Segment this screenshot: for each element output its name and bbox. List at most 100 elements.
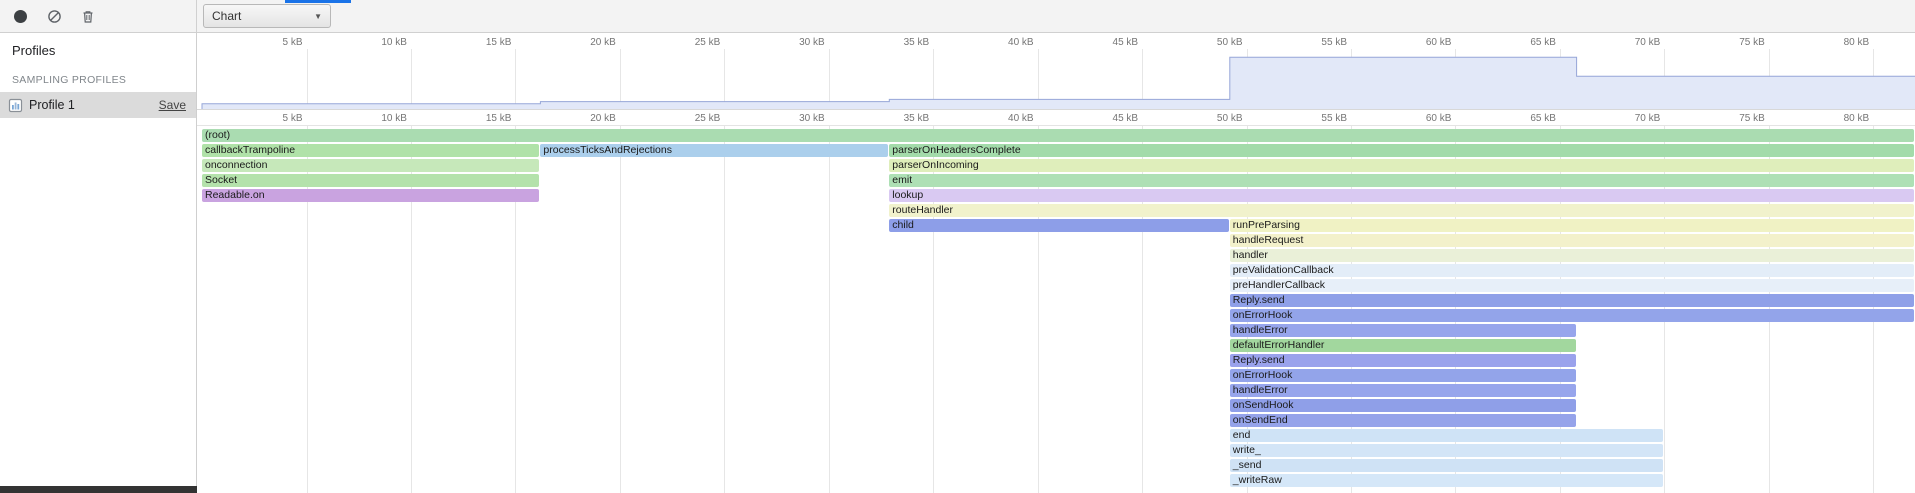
chart-view-select[interactable]: Chart ▼ — [203, 4, 331, 28]
ruler-tick-label: 45 kB — [1113, 37, 1139, 48]
frame-root[interactable]: (root) — [202, 129, 1914, 142]
flame-row: Reply.send — [197, 293, 1915, 308]
allocation-overview[interactable] — [197, 49, 1915, 110]
frame-label: handler — [1230, 249, 1914, 262]
ruler-tick-label: 20 kB — [590, 113, 616, 124]
frame-label: child — [889, 219, 1229, 232]
flame-row: onSendEnd — [197, 413, 1915, 428]
delete-profile-button[interactable] — [76, 4, 100, 28]
frame-label: defaultErrorHandler — [1230, 339, 1576, 352]
toolbar-separator — [196, 0, 197, 32]
frame-prevalidationcallback[interactable]: preValidationCallback — [1230, 264, 1914, 277]
frame-callbacktrampoline[interactable]: callbackTrampoline — [202, 144, 539, 157]
sampling-profiles-section-label: SAMPLING PROFILES — [0, 62, 196, 92]
frame-label: Reply.send — [1230, 294, 1914, 307]
flame-chart: (root)callbackTrampolineprocessTicksAndR… — [197, 126, 1915, 493]
frame-writeraw[interactable]: _writeRaw — [1230, 474, 1664, 487]
flame-row: Reply.send — [197, 353, 1915, 368]
frame-parseronincoming[interactable]: parserOnIncoming — [889, 159, 1914, 172]
frame-label: onErrorHook — [1230, 309, 1914, 322]
profile-name: Profile 1 — [29, 98, 153, 112]
frame-parseronheaderscomplete[interactable]: parserOnHeadersComplete — [889, 144, 1914, 157]
frame-onsendhook[interactable]: onSendHook — [1230, 399, 1576, 412]
record-icon — [14, 10, 27, 23]
clear-profiles-button[interactable] — [42, 4, 66, 28]
ruler-tick-label: 55 kB — [1321, 113, 1347, 124]
ruler-tick-label: 35 kB — [904, 113, 930, 124]
ruler-tick-label: 50 kB — [1217, 37, 1243, 48]
frame-label: _writeRaw — [1230, 474, 1664, 487]
flame-row: write_ — [197, 443, 1915, 458]
ruler-tick-label: 40 kB — [1008, 113, 1034, 124]
memory-profiler-panel: Chart ▼ Profiles SAMPLING PROFILES Profi… — [0, 0, 1915, 493]
ruler-tick-label: 60 kB — [1426, 113, 1452, 124]
ruler-tick-label: 75 kB — [1739, 113, 1765, 124]
frame-child[interactable]: child — [889, 219, 1229, 232]
record-button[interactable] — [8, 4, 32, 28]
frame-send[interactable]: _send — [1230, 459, 1664, 472]
frame-onerrorhook[interactable]: onErrorHook — [1230, 369, 1576, 382]
frame-write[interactable]: write_ — [1230, 444, 1664, 457]
frame-handlerequest[interactable]: handleRequest — [1230, 234, 1914, 247]
frame-label: write_ — [1230, 444, 1664, 457]
frame-reply-send[interactable]: Reply.send — [1230, 294, 1914, 307]
frame-handleerror[interactable]: handleError — [1230, 324, 1576, 337]
frame-label: onSendEnd — [1230, 414, 1576, 427]
frame-label: lookup — [889, 189, 1914, 202]
frame-socket[interactable]: Socket — [202, 174, 539, 187]
toolbar-button-group — [0, 4, 100, 28]
flame-rows: (root)callbackTrampolineprocessTicksAndR… — [197, 126, 1915, 488]
frame-readable-on[interactable]: Readable.on — [202, 189, 539, 202]
frame-onconnection[interactable]: onconnection — [202, 159, 539, 172]
frame-routehandler[interactable]: routeHandler — [889, 204, 1914, 217]
ruler-tick-label: 15 kB — [486, 113, 512, 124]
frame-onsendend[interactable]: onSendEnd — [1230, 414, 1576, 427]
ruler-tick-label: 75 kB — [1739, 37, 1765, 48]
flame-row: callbackTrampolineprocessTicksAndRejecti… — [197, 143, 1915, 158]
chevron-down-icon: ▼ — [314, 12, 322, 21]
frame-end[interactable]: end — [1230, 429, 1664, 442]
save-profile-link[interactable]: Save — [159, 98, 186, 112]
frame-label: end — [1230, 429, 1664, 442]
flame-row: routeHandler — [197, 203, 1915, 218]
flame-row: handler — [197, 248, 1915, 263]
flame-row: Socket emit — [197, 173, 1915, 188]
memory-ruler-top: 5 kB10 kB15 kB20 kB25 kB30 kB35 kB40 kB4… — [197, 33, 1915, 49]
frame-handler[interactable]: handler — [1230, 249, 1914, 262]
flame-row: _writeRaw — [197, 473, 1915, 488]
overview-area-chart — [197, 49, 1915, 109]
frame-runpreparsing[interactable]: runPreParsing — [1230, 219, 1914, 232]
frame-reply-send[interactable]: Reply.send — [1230, 354, 1576, 367]
sidebar-item-profile-1[interactable]: Profile 1 Save — [0, 92, 196, 118]
circle-slash-icon — [47, 9, 62, 24]
frame-processticksandrejections[interactable]: processTicksAndRejections — [540, 144, 888, 157]
frame-prehandlercallback[interactable]: preHandlerCallback — [1230, 279, 1914, 292]
ruler-tick-label: 40 kB — [1008, 37, 1034, 48]
ruler-tick-label: 80 kB — [1844, 37, 1870, 48]
frame-label: (root) — [202, 129, 1914, 142]
frame-label: Reply.send — [1230, 354, 1576, 367]
ruler-tick-label: 10 kB — [381, 113, 407, 124]
ruler-tick-label: 60 kB — [1426, 37, 1452, 48]
frame-label: _send — [1230, 459, 1664, 472]
ruler-tick-label: 30 kB — [799, 37, 825, 48]
flame-row: handleError — [197, 323, 1915, 338]
frame-onerrorhook[interactable]: onErrorHook — [1230, 309, 1914, 322]
flame-row: end — [197, 428, 1915, 443]
ruler-tick-label: 80 kB — [1844, 113, 1870, 124]
flame-row: (root) — [197, 128, 1915, 143]
flame-chart-area: 5 kB10 kB15 kB20 kB25 kB30 kB35 kB40 kB4… — [197, 33, 1915, 493]
toolbar: Chart ▼ — [0, 0, 1915, 33]
ruler-tick-label: 5 kB — [282, 37, 302, 48]
frame-emit[interactable]: emit — [889, 174, 1914, 187]
frame-label: handleError — [1230, 384, 1576, 397]
frame-label: parserOnHeadersComplete — [889, 144, 1914, 157]
frame-label: Readable.on — [202, 189, 539, 202]
frame-label: onErrorHook — [1230, 369, 1576, 382]
ruler-tick-label: 70 kB — [1635, 37, 1661, 48]
flame-row: preValidationCallback — [197, 263, 1915, 278]
ruler-tick-label: 5 kB — [282, 113, 302, 124]
frame-handleerror[interactable]: handleError — [1230, 384, 1576, 397]
frame-defaulterrorhandler[interactable]: defaultErrorHandler — [1230, 339, 1576, 352]
frame-lookup[interactable]: lookup — [889, 189, 1914, 202]
